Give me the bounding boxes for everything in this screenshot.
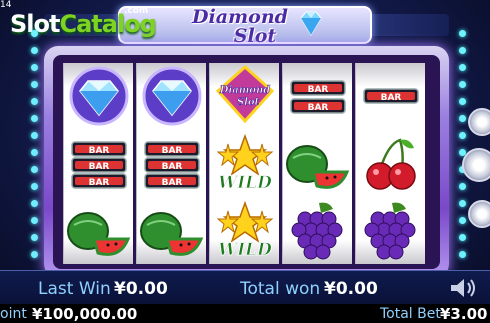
svg-text:BAR: BAR [162, 162, 183, 172]
total-won-value: ¥0.00 [324, 279, 378, 299]
diamond-icon [300, 11, 322, 36]
svg-text:BAR: BAR [162, 146, 183, 156]
watermelon-symbol [283, 130, 353, 197]
svg-text:Diamond: Diamond [219, 85, 270, 96]
reel-5: BAR [355, 63, 425, 264]
grapes-symbol [356, 197, 426, 264]
point-value: ¥100,000.00 [32, 305, 138, 323]
svg-text:WILD: WILD [218, 173, 272, 193]
svg-text:BAR: BAR [381, 93, 402, 103]
game-screen: Diamond Slot SlotCatalog .com 14 BAR BAR B… [0, 0, 490, 323]
corner-text: 14 [0, 0, 12, 10]
bar-single-symbol: BAR [356, 63, 426, 130]
watermelon-symbol [137, 197, 207, 264]
reel-1: BAR BAR BAR [63, 63, 133, 264]
logo-suffix: .com [124, 6, 149, 16]
svg-text:BAR: BAR [89, 162, 110, 172]
bar-triple-symbol: BAR BAR BAR [137, 130, 207, 197]
svg-text:Slot: Slot [237, 97, 260, 108]
watermelon-symbol [64, 197, 134, 264]
bar-triple-symbol: BAR BAR BAR [64, 130, 134, 197]
watermark-logo: SlotCatalog .com [2, 2, 157, 38]
speaker-icon[interactable] [448, 276, 478, 300]
bar-double-symbol: BAR BAR [283, 63, 353, 130]
menu-icon[interactable] [468, 108, 490, 136]
total-bet-value: ¥3.00 [440, 305, 488, 323]
reel-2: BAR BAR BAR [136, 63, 206, 264]
footer-bar: oint ¥100,000.00 Total Bet ¥3.00 [0, 304, 490, 323]
svg-text:BAR: BAR [89, 146, 110, 156]
diamond-slot-logo-symbol: Diamond Slot [210, 63, 280, 130]
settings-icon[interactable] [468, 200, 490, 228]
svg-text:BAR: BAR [162, 178, 183, 188]
wild-symbol: WILD [210, 130, 280, 197]
wild-symbol: WILD [210, 197, 280, 264]
left-lights [30, 30, 40, 280]
grapes-symbol [283, 197, 353, 264]
svg-text:BAR: BAR [308, 85, 329, 95]
svg-text:BAR: BAR [308, 103, 329, 113]
cherries-symbol [356, 130, 426, 197]
reel-grid: BAR BAR BAR BAR BAR BAR Diamond Slot WILD WILD BAR… [63, 63, 427, 264]
svg-text:BAR: BAR [89, 178, 110, 188]
diamond-symbol [137, 63, 207, 130]
last-win-value: ¥0.00 [114, 279, 168, 299]
svg-text:WILD: WILD [218, 240, 272, 260]
last-win-label: Last Win [38, 279, 111, 299]
spin-icon[interactable] [462, 148, 490, 182]
total-bet-label: Total Bet [380, 306, 441, 322]
reel-4: BAR BAR [282, 63, 352, 264]
diamond-symbol [64, 63, 134, 130]
point-label: oint [0, 306, 27, 322]
info-bar: Last Win ¥0.00 Total won ¥0.00 [0, 270, 490, 304]
total-won-label: Total won [240, 279, 321, 299]
reel-3: Diamond Slot WILD WILD [209, 63, 279, 264]
